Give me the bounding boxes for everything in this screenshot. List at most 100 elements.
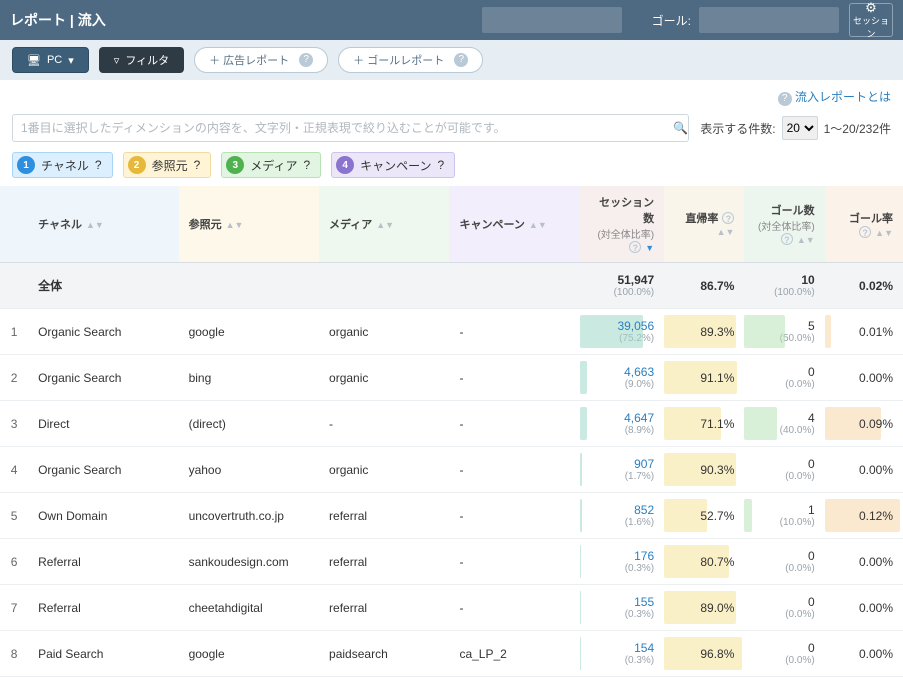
cell-bounce: 96.8% <box>664 631 744 677</box>
col-goal-rate[interactable]: ゴール率?▲▼ <box>825 186 903 263</box>
page-title: レポート | 流入 <box>10 10 474 30</box>
filter-button[interactable]: ▿ フィルタ <box>99 47 184 73</box>
cell-channel: Referral <box>28 539 179 585</box>
row-index: 3 <box>0 401 28 447</box>
device-pc-button[interactable]: 🖥 PC ▾ <box>12 47 89 73</box>
cell-referrer: yahoo <box>179 447 319 493</box>
cell-goal-rate: 0.00% <box>825 585 903 631</box>
row-index: 2 <box>0 355 28 401</box>
help-icon: ? <box>722 212 734 224</box>
cell-bounce: 52.7% <box>664 493 744 539</box>
help-link-label: 流入レポートとは <box>795 90 891 104</box>
cell-campaign: - <box>449 447 579 493</box>
table-row: 7Referralcheetahdigitalreferral-155(0.3%… <box>0 585 903 631</box>
col-channel[interactable]: チャネル▲▼ <box>28 186 179 263</box>
help-icon: ? <box>194 158 201 172</box>
cell-medium: - <box>319 401 449 447</box>
col-goals[interactable]: ゴール数(対全体比率)?▲▼ <box>744 186 824 263</box>
pill-label: キャンペーン <box>360 157 431 174</box>
dimension-pill-referrer[interactable]: 2 参照元 ? <box>123 152 212 178</box>
pill-label: チャネル <box>41 157 89 174</box>
row-index: 7 <box>0 585 28 631</box>
cell-channel: Direct <box>28 401 179 447</box>
col-medium[interactable]: メディア▲▼ <box>319 186 449 263</box>
goal-label: ゴール: <box>652 12 691 29</box>
total-label: 全体 <box>28 263 580 309</box>
pill-number: 4 <box>336 156 354 174</box>
table-row: 5Own Domainuncovertruth.co.jpreferral-85… <box>0 493 903 539</box>
cell-sessions: 907(1.7%) <box>580 447 664 493</box>
cell-campaign: - <box>449 355 579 401</box>
dimension-pill-channel[interactable]: 1 チャネル ? <box>12 152 113 178</box>
cell-medium: organic <box>319 355 449 401</box>
cell-sessions: 4,647(8.9%) <box>580 401 664 447</box>
help-icon: ? <box>303 158 310 172</box>
pill-label: 参照元 <box>152 157 188 174</box>
ad-report-label: ＋ 広告レポート <box>209 52 289 68</box>
help-icon: ? <box>438 158 445 172</box>
funnel-icon: ▿ <box>114 54 120 67</box>
help-icon: ? <box>454 53 468 67</box>
cell-goals: 1(10.0%) <box>744 493 824 539</box>
cell-referrer: sankoudesign.com <box>179 539 319 585</box>
cell-goal-rate: 0.00% <box>825 631 903 677</box>
cell-goal-rate: 0.00% <box>825 539 903 585</box>
sort-icon: ▲▼ <box>376 220 394 230</box>
page-range: 1〜20/232件 <box>824 120 891 137</box>
period-input[interactable] <box>482 7 622 33</box>
cell-sessions: 176(0.3%) <box>580 539 664 585</box>
help-link[interactable]: ? 流入レポートとは <box>774 88 891 106</box>
cell-referrer: cheetahdigital <box>179 585 319 631</box>
row-index: 4 <box>0 447 28 493</box>
total-row: 全体 51,947(100.0%) 86.7% 10(100.0%) 0.02% <box>0 263 903 309</box>
row-index: 1 <box>0 309 28 355</box>
help-bar: ? 流入レポートとは <box>0 80 903 110</box>
cell-medium: referral <box>319 539 449 585</box>
cell-medium: paidsearch <box>319 631 449 677</box>
ad-report-button[interactable]: ＋ 広告レポート ? <box>194 47 328 73</box>
filter-button-label: フィルタ <box>125 52 169 68</box>
chevron-down-icon: ▾ <box>68 54 74 67</box>
pill-number: 1 <box>17 156 35 174</box>
device-pc-label: PC <box>47 54 62 66</box>
cell-campaign: - <box>449 401 579 447</box>
goal-report-button[interactable]: ＋ ゴールレポート ? <box>338 47 483 73</box>
dimension-pill-campaign[interactable]: 4 キャンペーン ? <box>331 152 455 178</box>
topbar: レポート | 流入 ゴール: ⚙ セッション <box>0 0 903 40</box>
cell-sessions: 4,663(9.0%) <box>580 355 664 401</box>
pill-number: 3 <box>226 156 244 174</box>
help-icon: ? <box>778 92 792 106</box>
table-row: 4Organic Searchyahooorganic-907(1.7%)90.… <box>0 447 903 493</box>
session-button[interactable]: ⚙ セッション <box>849 3 893 37</box>
cell-goals: 0(0.0%) <box>744 447 824 493</box>
cell-sessions: 852(1.6%) <box>580 493 664 539</box>
cell-bounce: 89.3% <box>664 309 744 355</box>
table-row: 2Organic Searchbingorganic-4,663(9.0%)91… <box>0 355 903 401</box>
sliders-icon: ⚙ <box>865 1 877 14</box>
table-row: 6Referralsankoudesign.comreferral-176(0.… <box>0 539 903 585</box>
help-icon: ? <box>95 158 102 172</box>
table-row: 3Direct(direct)--4,647(8.9%)71.1%4(40.0%… <box>0 401 903 447</box>
cell-campaign: ca_LP_2 <box>449 631 579 677</box>
help-icon: ? <box>781 233 793 245</box>
col-bounce[interactable]: 直帰率?▲▼ <box>664 186 744 263</box>
page-size-select[interactable]: 20 <box>782 116 818 140</box>
cell-goal-rate: 0.00% <box>825 447 903 493</box>
cell-channel: Organic Search <box>28 309 179 355</box>
col-index <box>0 186 28 263</box>
row-index: 6 <box>0 539 28 585</box>
col-sessions[interactable]: セッション数(対全体比率)?▼ <box>580 186 664 263</box>
cell-goal-rate: 0.00% <box>825 355 903 401</box>
goal-input[interactable] <box>699 7 839 33</box>
col-campaign[interactable]: キャンペーン▲▼ <box>449 186 579 263</box>
dimension-pill-medium[interactable]: 3 メディア ? <box>221 152 321 178</box>
dimension-filter-input[interactable] <box>12 114 689 142</box>
sort-icon: ▲▼ <box>226 220 244 230</box>
col-referrer[interactable]: 参照元▲▼ <box>179 186 319 263</box>
cell-campaign: - <box>449 309 579 355</box>
cell-goals: 0(0.0%) <box>744 585 824 631</box>
cell-goals: 0(0.0%) <box>744 355 824 401</box>
toolbar: 🖥 PC ▾ ▿ フィルタ ＋ 広告レポート ? ＋ ゴールレポート ? <box>0 40 903 80</box>
monitor-icon: 🖥 <box>27 54 41 67</box>
cell-sessions: 39,056(75.2%) <box>580 309 664 355</box>
